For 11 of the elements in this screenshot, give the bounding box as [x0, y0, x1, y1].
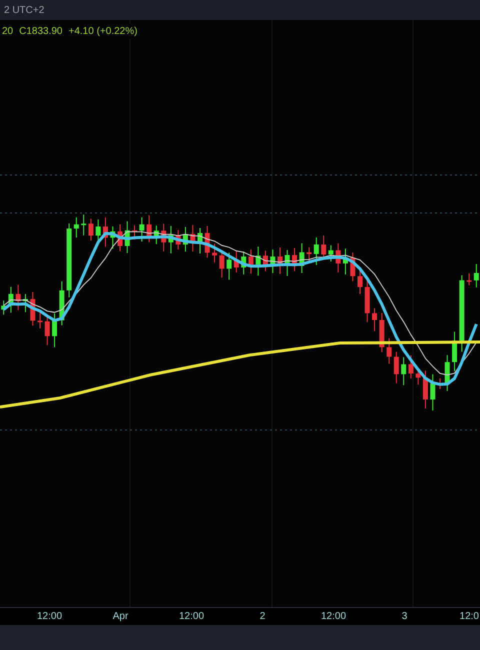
time-axis-label: 3 — [402, 610, 408, 624]
legend-change-value: +4.10 (+0.22%) — [68, 25, 138, 39]
time-axis-label: 2 — [260, 610, 266, 624]
time-axis-label: 12:00 — [178, 610, 204, 624]
timezone-label: 2 UTC+2 — [4, 4, 44, 18]
time-axis-label: 12:0 — [460, 610, 479, 624]
time-axis-label: Apr — [112, 610, 128, 624]
time-axis-label: 12:00 — [36, 610, 62, 624]
time-axis-label: 12:00 — [320, 610, 346, 624]
legend-open-value: 20 — [2, 25, 14, 39]
legend-close-value: C1833.90 — [19, 25, 62, 39]
